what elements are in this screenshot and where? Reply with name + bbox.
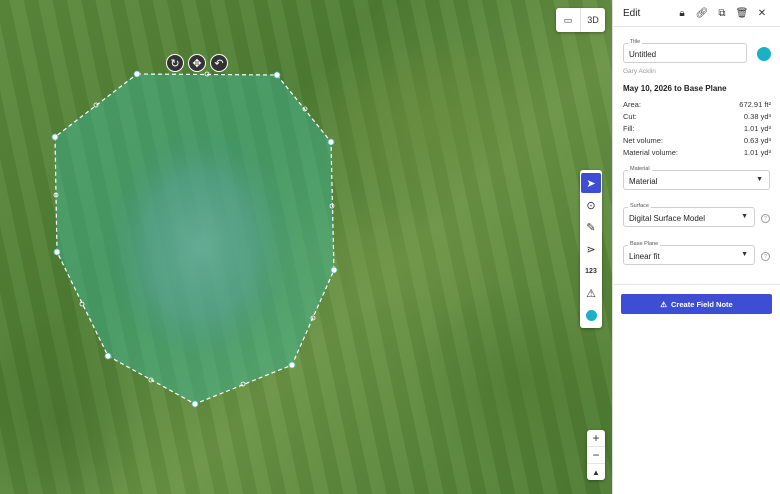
create-field-note-button[interactable]: ⚠ Create Field Note [621,294,772,314]
path-icon[interactable]: ⋗ [581,239,601,259]
stat-row: Cut: 0.38 yd³ [623,112,771,121]
stat-row: Net volume: 0.63 yd³ [623,136,771,145]
color-tool[interactable] [581,305,601,325]
zoom-in-button[interactable]: + [587,430,605,446]
measurement-polygon[interactable] [54,73,335,405]
date-line: May 10, 2026 to Base Plane [623,84,727,93]
color-swatch[interactable] [757,47,771,61]
compass-icon[interactable]: ▲ [587,463,605,480]
title-field-value: Untitled [629,50,657,59]
title-field-label: Title [628,39,643,45]
base-plane-label: Base Plane [628,241,661,247]
shape-controls: ↻ ✥ ↶ [166,54,228,72]
material-label: Material [628,166,652,172]
location-pin-icon[interactable]: ⊙ [581,195,601,215]
color-dot [585,309,597,321]
base-plane-select[interactable]: Base Plane Linear fit ▼ [623,241,755,265]
warning-icon[interactable]: ⚠ [581,283,601,303]
lock-icon[interactable]: 🔒︎ [674,5,690,21]
map-canvas[interactable]: ↻ ✥ ↶ ▭ 3D ➤ ⊙ ✎ ⋗ 123 ⚠ + − ▲ [0,0,612,494]
drawing-toolbar: ➤ ⊙ ✎ ⋗ 123 ⚠ [580,170,602,328]
count-icon[interactable]: 123 [581,261,601,281]
move-icon[interactable]: ✥ [188,54,206,72]
polygon-layer [51,70,338,408]
undo-icon[interactable]: ↶ [210,54,228,72]
pointer-icon[interactable]: ➤ [581,173,601,193]
stat-row: Material volume: 1.01 yd³ [623,148,771,157]
surface-label: Surface [628,203,651,209]
rotate-icon[interactable]: ↻ [166,54,184,72]
author-name: Gary Acklin [623,68,656,75]
warning-icon: ⚠ [660,299,668,309]
trash-icon[interactable]: 🗑︎ [734,5,750,21]
copy-icon[interactable]: ⧉ [714,5,730,21]
title-field[interactable]: Title Untitled [623,39,747,63]
chevron-down-icon: ▼ [756,176,763,183]
zoom-out-button[interactable]: − [587,446,605,463]
zoom-controls: + − ▲ [587,430,605,480]
surface-value: Digital Surface Model [629,214,706,223]
base-plane-value: Linear fit [629,252,660,261]
material-select[interactable]: Material Material ▼ [623,166,770,190]
chevron-down-icon: ▼ [741,251,748,258]
material-value: Material [629,177,658,186]
panel-title: Edit [623,7,641,19]
help-icon[interactable]: ? [761,252,770,261]
panel-header: Edit 🔒︎ 🔗︎ ⧉ 🗑︎ ✕ [613,0,780,27]
map-icon[interactable]: ▭ [556,8,580,32]
chevron-down-icon: ▼ [741,213,748,220]
surface-select[interactable]: Surface Digital Surface Model ▼ [623,203,755,227]
divider [612,284,780,285]
stats-list: Area: 672.91 ft² Cut: 0.38 yd³ Fill: 1.01 y… [623,99,771,159]
help-icon[interactable]: ? [761,214,770,223]
stat-row: Area: 672.91 ft² [623,100,771,109]
ruler-icon[interactable]: ✎ [581,217,601,237]
close-icon[interactable]: ✕ [754,5,770,21]
view-toggle: ▭ 3D [556,8,605,32]
create-field-note-label: Create Field Note [671,299,733,309]
view-3d-button[interactable]: 3D [580,8,605,32]
link-icon[interactable]: 🔗︎ [694,5,710,21]
stat-row: Fill: 1.01 yd³ [623,124,771,133]
